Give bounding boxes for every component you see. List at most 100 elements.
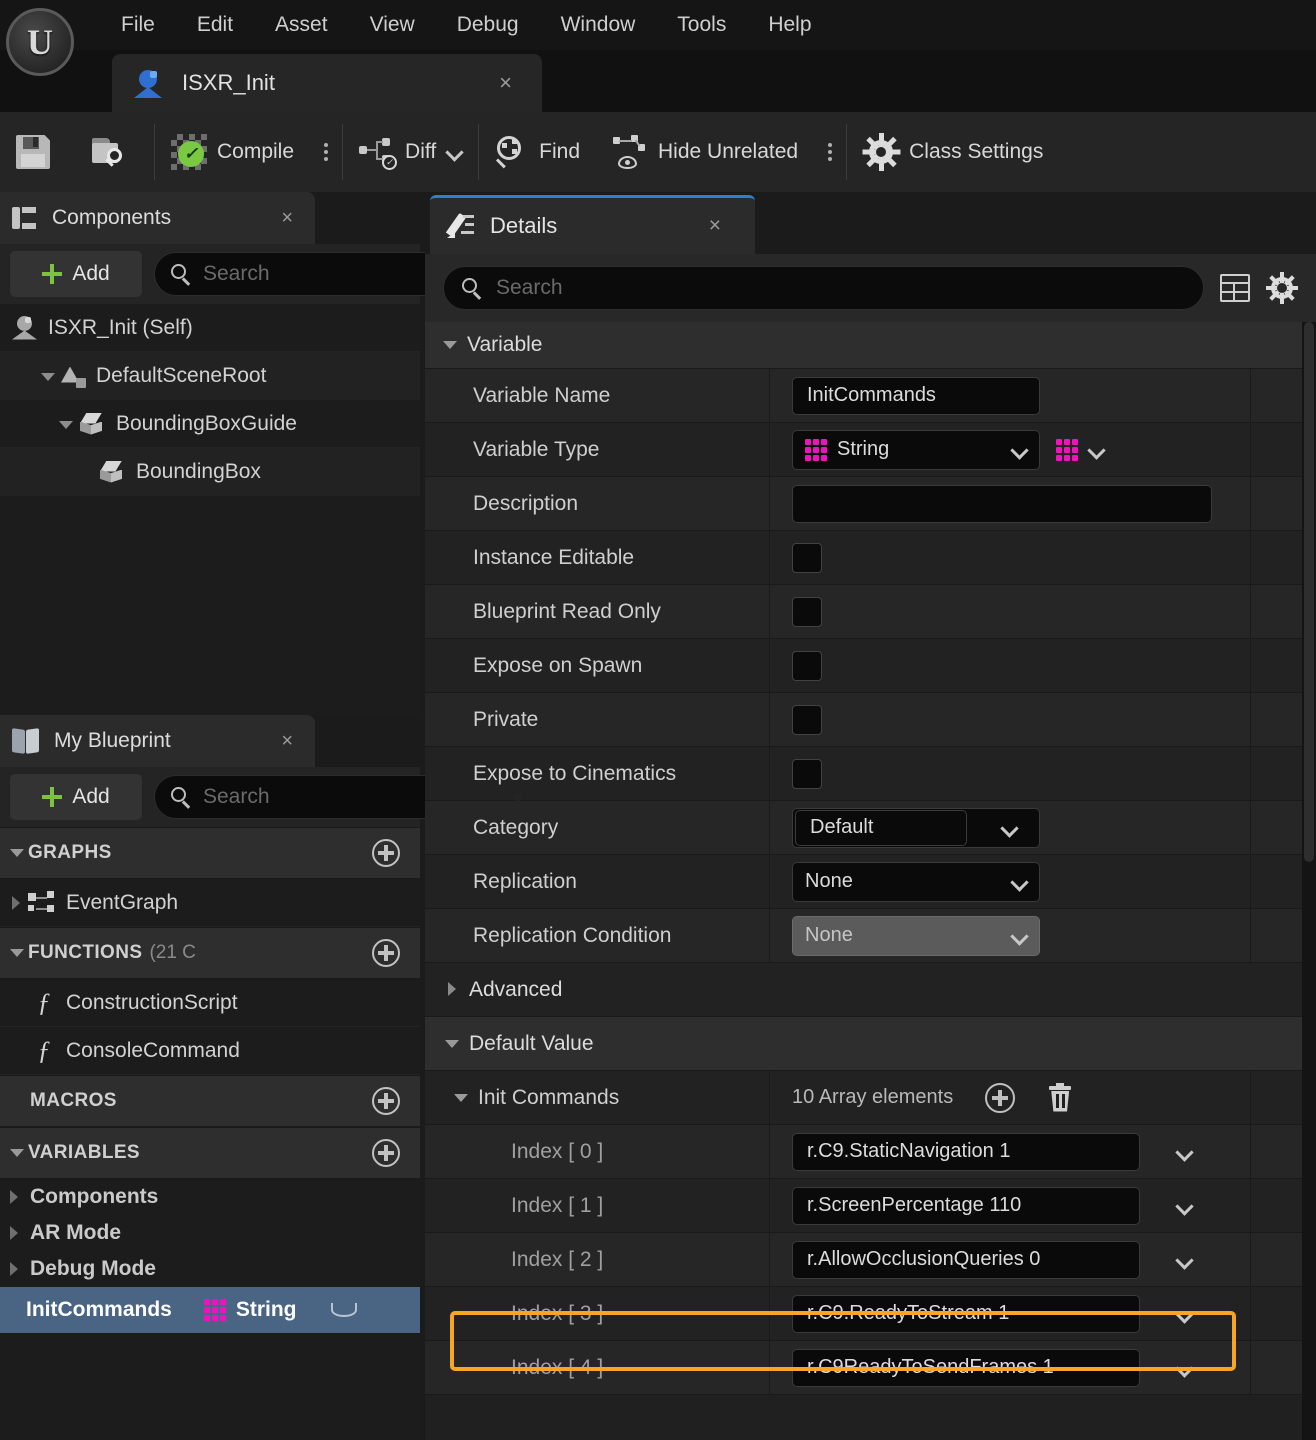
components-add-button[interactable]: Add	[10, 251, 142, 297]
variable-type-combo[interactable]: String	[792, 429, 1040, 470]
save-button[interactable]	[0, 112, 76, 192]
menu-list: File Edit Asset View Debug Window Tools …	[100, 0, 833, 50]
class-settings-button[interactable]: Class Settings	[847, 112, 1059, 192]
browse-content-icon	[92, 136, 128, 168]
my-blueprint-add-button[interactable]: Add	[10, 774, 142, 820]
variable-item-debug-mode[interactable]: Debug Mode	[0, 1251, 420, 1287]
chevron-down-icon[interactable]	[446, 144, 462, 160]
chevron-down-icon[interactable]	[1176, 1144, 1192, 1160]
eye-closed-icon[interactable]	[330, 1303, 357, 1317]
details-search-box[interactable]	[443, 266, 1204, 310]
menu-help[interactable]: Help	[747, 0, 832, 50]
details-search-input[interactable]	[496, 276, 1185, 300]
close-icon[interactable]: ×	[281, 207, 293, 230]
component-item-bounding-box-guide[interactable]: BoundingBoxGuide	[0, 400, 420, 448]
add-macro-button[interactable]	[372, 1087, 400, 1115]
variable-item-initcommands[interactable]: InitCommands String	[0, 1287, 420, 1333]
chevron-down-icon[interactable]	[1176, 1306, 1192, 1322]
section-header-functions[interactable]: FUNCTIONS (21 C	[0, 927, 420, 979]
function-item-constructionscript[interactable]: ƒ ConstructionScript	[0, 979, 420, 1027]
array-element-field[interactable]: r.C9ReadyToSendFrames 1	[792, 1348, 1140, 1387]
browse-button[interactable]	[76, 112, 154, 192]
category-combo[interactable]: Default	[792, 807, 1040, 848]
property-value	[770, 531, 1251, 584]
close-icon[interactable]: ×	[709, 214, 721, 238]
private-checkbox[interactable]	[792, 704, 822, 735]
details-panel-tab[interactable]: Details ×	[430, 195, 755, 254]
table-view-icon[interactable]	[1220, 274, 1250, 302]
menu-debug[interactable]: Debug	[436, 0, 540, 50]
variable-name-field[interactable]: InitCommands	[792, 376, 1040, 415]
details-scrollbar[interactable]	[1302, 322, 1316, 1440]
compile-options-kebab-icon[interactable]	[310, 112, 342, 192]
hide-unrelated-options-kebab-icon[interactable]	[814, 112, 846, 192]
chevron-down-icon[interactable]	[36, 364, 60, 388]
section-header-macros[interactable]: MACROS	[0, 1075, 420, 1127]
menu-asset[interactable]: Asset	[254, 0, 349, 50]
gear-icon[interactable]	[1266, 272, 1298, 304]
array-element-field[interactable]: r.C9.StaticNavigation 1	[792, 1132, 1140, 1171]
chevron-right-icon[interactable]	[2, 1257, 26, 1281]
section-header-graphs[interactable]: GRAPHS	[0, 827, 420, 879]
array-index-label: Index [ 3 ]	[425, 1287, 770, 1340]
details-section-advanced[interactable]: Advanced	[425, 963, 1316, 1017]
chevron-down-icon[interactable]	[1176, 1252, 1192, 1268]
graph-item-eventgraph[interactable]: EventGraph	[0, 879, 420, 927]
add-function-button[interactable]	[372, 939, 400, 967]
find-label: Find	[539, 140, 581, 163]
variable-item-ar-mode[interactable]: AR Mode	[0, 1215, 420, 1251]
description-field[interactable]	[792, 484, 1212, 523]
hide-unrelated-button[interactable]: Hide Unrelated	[596, 112, 814, 192]
chevron-down-icon[interactable]	[1176, 1198, 1192, 1214]
close-icon[interactable]: ×	[281, 730, 293, 753]
array-element-row: Index [ 2 ] r.AllowOcclusionQueries 0	[425, 1233, 1316, 1287]
add-array-element-button[interactable]	[985, 1082, 1016, 1113]
chevron-down-icon[interactable]	[54, 412, 78, 436]
unreal-engine-logo-icon[interactable]: U	[6, 8, 74, 76]
compile-button[interactable]: ✓ Compile	[155, 112, 310, 192]
component-item-bounding-box[interactable]: BoundingBox	[0, 448, 420, 496]
array-element-field[interactable]: r.AllowOcclusionQueries 0	[792, 1240, 1140, 1279]
expose-to-cinematics-checkbox[interactable]	[792, 758, 822, 789]
details-section-variable[interactable]: Variable	[425, 322, 1316, 369]
component-item-default-scene-root[interactable]: DefaultSceneRoot	[0, 352, 420, 400]
my-blueprint-panel-tab[interactable]: My Blueprint ×	[0, 715, 420, 767]
trash-icon[interactable]	[1047, 1082, 1073, 1113]
menu-window[interactable]: Window	[540, 0, 657, 50]
diff-label: Diff	[405, 140, 437, 163]
diff-button[interactable]: ✓ Diff	[343, 112, 478, 192]
chevron-right-icon[interactable]	[2, 1221, 26, 1245]
close-icon[interactable]: ×	[499, 70, 512, 96]
chevron-down-icon[interactable]	[1176, 1360, 1192, 1376]
components-panel-tab[interactable]: Components ×	[0, 192, 420, 244]
menu-tools[interactable]: Tools	[656, 0, 747, 50]
chevron-down-icon[interactable]	[452, 1088, 472, 1108]
chevron-down-icon[interactable]	[1088, 442, 1104, 458]
blueprint-read-only-checkbox[interactable]	[792, 596, 822, 627]
replication-combo[interactable]: None	[792, 861, 1040, 902]
chevron-right-icon[interactable]	[2, 1185, 26, 1209]
variable-item-components[interactable]: Components	[0, 1179, 420, 1215]
menu-view[interactable]: View	[349, 0, 436, 50]
expose-on-spawn-checkbox[interactable]	[792, 650, 822, 681]
chevron-down-icon	[1011, 928, 1027, 944]
asset-tab-isxr-init[interactable]: ISXR_Init ×	[112, 54, 542, 112]
instance-editable-checkbox[interactable]	[792, 542, 822, 573]
menu-edit[interactable]: Edit	[176, 0, 254, 50]
array-element-field[interactable]: r.ScreenPercentage 110	[792, 1186, 1140, 1225]
chevron-right-icon[interactable]	[4, 891, 28, 915]
component-item-self[interactable]: ISXR_Init (Self)	[0, 304, 420, 352]
array-element-row: Index [ 1 ] r.ScreenPercentage 110	[425, 1179, 1316, 1233]
container-type-icon[interactable]	[1056, 438, 1078, 461]
find-button[interactable]: Find	[479, 112, 596, 192]
add-graph-button[interactable]	[372, 839, 400, 867]
category-value[interactable]: Default	[795, 809, 967, 846]
function-item-consolecommand[interactable]: ƒ ConsoleCommand	[0, 1027, 420, 1075]
add-variable-button[interactable]	[372, 1139, 400, 1167]
array-element-field[interactable]: r.C9.ReadyToStream 1	[792, 1294, 1140, 1333]
scrollbar-thumb[interactable]	[1304, 322, 1314, 862]
details-section-default-value[interactable]: Default Value	[425, 1017, 1316, 1071]
section-header-variables[interactable]: VARIABLES	[0, 1127, 420, 1179]
menu-file[interactable]: File	[100, 0, 176, 50]
chevron-down-icon[interactable]	[1001, 820, 1017, 836]
